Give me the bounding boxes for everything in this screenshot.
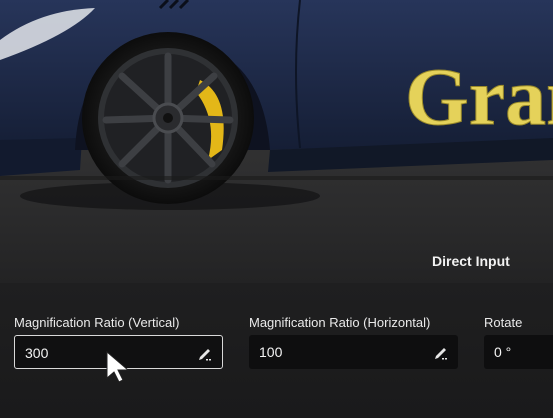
horizontal-ratio-field[interactable]: 100 — [249, 335, 458, 369]
rotate-field[interactable]: 0 ° — [484, 335, 553, 369]
car-render: Grant — [0, 0, 553, 210]
horizontal-ratio-value: 100 — [259, 344, 283, 360]
rotate-label: Rotate — [484, 315, 523, 330]
livery-decal-text: Grant — [405, 51, 553, 142]
pencil-icon[interactable] — [197, 345, 213, 361]
mouse-pointer-icon — [106, 350, 130, 383]
horizontal-ratio-label: Magnification Ratio (Horizontal) — [249, 315, 431, 330]
pencil-icon[interactable] — [433, 344, 449, 360]
decal-adjustment-panel: Magnification Ratio (Vertical) 300 Magni… — [0, 283, 553, 418]
rotate-value: 0 ° — [494, 344, 512, 360]
car-preview-viewport: Grant Direct Input — [0, 0, 553, 283]
direct-input-label: Direct Input — [432, 253, 510, 269]
vertical-ratio-label: Magnification Ratio (Vertical) — [14, 315, 180, 330]
vertical-ratio-value: 300 — [25, 345, 49, 361]
